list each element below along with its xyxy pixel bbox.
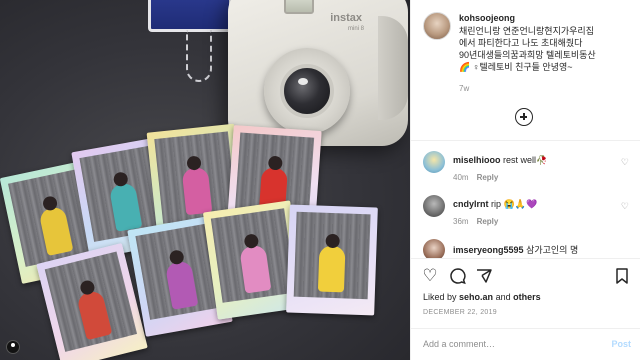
caption-line: 90년대생들의꿈과희망 텔레토비동산 xyxy=(459,50,596,60)
like-heart-icon[interactable]: ♡ xyxy=(421,267,439,285)
comment-like-heart-icon[interactable]: ♡ xyxy=(621,201,629,212)
comment-text: miselhiooo rest well🥀 xyxy=(453,155,547,166)
commenter-avatar[interactable] xyxy=(423,195,445,217)
camera-lens xyxy=(264,48,350,134)
camera-model-mark: mini 8 xyxy=(347,26,364,32)
post-side-panel: kohsoojeong 채린언니랑 연준언니랑현지가우리집 에서 파티한다고 나… xyxy=(410,0,640,360)
camera-grip xyxy=(378,16,408,120)
likes-user-link[interactable]: seho.an xyxy=(459,292,493,302)
post-comment-button[interactable]: Post xyxy=(611,339,631,349)
reply-button[interactable]: Reply xyxy=(477,217,499,226)
comment-body: rest well🥀 xyxy=(503,155,548,165)
comment-age: 40m xyxy=(453,173,469,182)
comment-bubble-icon[interactable] xyxy=(449,267,467,285)
comment-body: rip 😭🙏💜 xyxy=(491,199,538,209)
likes-summary: Liked by seho.an and others xyxy=(423,292,541,302)
comment-item: imseryeong5595 삼가고인의 명 xyxy=(423,239,633,258)
share-svg xyxy=(477,269,492,283)
commenter-username[interactable]: cndylrnt xyxy=(453,199,489,209)
post-photo[interactable]: instax mini 8 xyxy=(0,0,410,360)
blue-box xyxy=(148,0,232,32)
lens-glass xyxy=(280,64,334,118)
reply-button[interactable]: Reply xyxy=(477,173,499,182)
commenter-username[interactable]: miselhiooo xyxy=(453,155,501,165)
comment-item: miselhiooo rest well🥀 40m Reply ♡ xyxy=(423,151,633,193)
load-more-comments-icon[interactable] xyxy=(515,108,533,126)
comment-body: 삼가고인의 명 xyxy=(526,245,579,255)
polaroid-photo xyxy=(286,204,378,316)
caption-line: 🌈 ♀텔레토비 친구들 안녕영~ xyxy=(459,62,573,72)
post-caption-block: kohsoojeong 채린언니랑 연준언니랑현지가우리집 에서 파티한다고 나… xyxy=(411,0,640,100)
comment-item: cndylrnt rip 😭🙏💜 36m Reply ♡ xyxy=(423,195,633,237)
share-icon[interactable] xyxy=(475,267,493,285)
comment-like-heart-icon[interactable]: ♡ xyxy=(621,157,629,168)
likes-and: and xyxy=(495,292,511,302)
comments-list: miselhiooo rest well🥀 40m Reply ♡ cndylrn… xyxy=(411,140,640,258)
tagged-user-icon[interactable] xyxy=(6,340,20,354)
comment-text: imseryeong5595 삼가고인의 명 xyxy=(453,243,578,256)
instagram-post-view: instax mini 8 kohsoojeong 채린언니랑 연준언니랑현지가… xyxy=(0,0,640,360)
commenter-avatar[interactable] xyxy=(423,239,445,258)
comment-meta: 36m Reply xyxy=(453,217,498,226)
add-comment-input[interactable]: Add a comment… xyxy=(423,339,495,349)
comment-meta: 40m Reply xyxy=(453,173,498,182)
comment-bubble-svg xyxy=(450,268,466,285)
post-actions: ♡ Liked by seho.an and others DECEMBER 2… xyxy=(411,258,640,328)
caption-line: 에서 파티한다고 나도 초대해줬다 xyxy=(459,38,583,48)
likes-prefix: Liked by xyxy=(423,292,457,302)
commenter-avatar[interactable] xyxy=(423,151,445,173)
commenter-username[interactable]: imseryeong5595 xyxy=(453,245,524,255)
instant-camera: instax mini 8 xyxy=(228,0,408,146)
post-date[interactable]: DECEMBER 22, 2019 xyxy=(423,309,497,316)
bookmark-svg xyxy=(616,268,628,284)
camera-brand-mark: instax xyxy=(330,12,362,24)
camera-strap xyxy=(186,30,212,82)
add-comment-bar: Add a comment… Post xyxy=(411,328,640,360)
post-time[interactable]: 7w xyxy=(459,84,469,93)
comment-text: cndylrnt rip 😭🙏💜 xyxy=(453,199,537,210)
save-bookmark-icon[interactable] xyxy=(613,267,631,285)
polaroid-photo xyxy=(36,242,148,360)
post-caption: 채린언니랑 연준언니랑현지가우리집 에서 파티한다고 나도 초대해줬다 90년대… xyxy=(459,25,635,73)
comment-age: 36m xyxy=(453,217,469,226)
likes-others-link[interactable]: others xyxy=(513,292,541,302)
caption-line: 채린언니랑 연준언니랑현지가우리집 xyxy=(459,26,594,36)
camera-flash xyxy=(284,0,314,14)
author-avatar[interactable] xyxy=(423,12,451,40)
author-username[interactable]: kohsoojeong xyxy=(459,13,515,23)
